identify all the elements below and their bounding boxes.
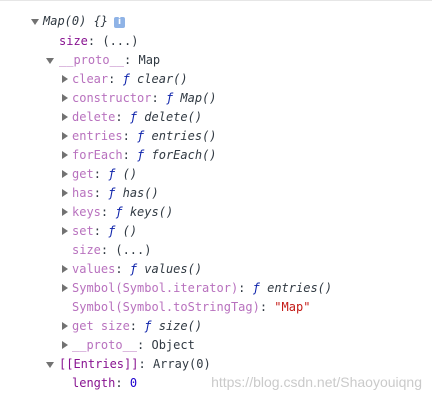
function-name: delete(): [144, 110, 203, 124]
getter-value[interactable]: (...): [115, 243, 151, 257]
expand-triangle-right-icon[interactable]: [60, 70, 70, 89]
expand-triangle-right-icon[interactable]: [60, 317, 70, 336]
expand-triangle-right-icon[interactable]: [60, 108, 70, 127]
property-key: length: [72, 376, 116, 390]
property-key: size: [72, 243, 101, 257]
string-value: "Map": [274, 300, 311, 314]
function-name: size(): [158, 319, 203, 333]
getter-value[interactable]: (...): [102, 34, 138, 48]
function-name: values(): [144, 262, 203, 276]
function-name: entries(): [267, 281, 333, 295]
expand-triangle-right-icon[interactable]: [60, 184, 70, 203]
property-key: get size: [72, 319, 130, 333]
function-keyword: ƒ: [137, 148, 145, 162]
expand-triangle-right-icon[interactable]: [60, 203, 70, 222]
property-key: get: [72, 167, 94, 181]
function-keyword: ƒ: [122, 72, 130, 86]
property-key: keys: [72, 205, 101, 219]
function-keyword: ƒ: [129, 262, 138, 276]
function-keyword: ƒ: [115, 205, 123, 219]
expand-triangle-right-icon[interactable]: [60, 146, 70, 165]
expand-triangle-right-icon[interactable]: [60, 222, 70, 241]
function-keyword: ƒ: [108, 186, 116, 200]
property-key: delete: [72, 110, 116, 124]
property-key: [[Entries]]: [59, 357, 139, 371]
property-key: set: [72, 224, 94, 238]
property-key: has: [72, 186, 94, 200]
function-name: keys(): [129, 205, 174, 219]
property-value: Array(0): [152, 357, 211, 371]
expand-triangle-right-icon[interactable]: [60, 279, 70, 298]
property-value: Map: [138, 53, 161, 67]
property-key: __proto__: [59, 53, 125, 67]
expand-triangle-right-icon[interactable]: [60, 89, 70, 108]
expand-triangle-right-icon[interactable]: [60, 336, 70, 355]
function-name: clear(): [137, 72, 188, 86]
function-name: (): [122, 224, 138, 238]
expand-triangle-right-icon[interactable]: [60, 165, 70, 184]
function-name: (): [122, 167, 138, 181]
function-keyword: ƒ: [129, 110, 138, 124]
property-key: entries: [72, 129, 123, 143]
expand-triangle-right-icon[interactable]: [60, 127, 70, 146]
expand-triangle-right-icon[interactable]: [60, 260, 70, 279]
function-name: Map(): [180, 91, 217, 105]
property-key: values: [72, 262, 116, 276]
property-key: size: [59, 34, 88, 48]
function-name: forEach(): [151, 148, 217, 162]
property-key: Symbol(Symbol.toStringTag): [72, 300, 260, 314]
expand-triangle-down-icon[interactable]: [45, 355, 55, 374]
number-value: 0: [129, 376, 138, 390]
function-keyword: ƒ: [165, 91, 174, 105]
property-key: constructor: [72, 91, 152, 105]
property-value: Object: [151, 338, 195, 352]
function-keyword: ƒ: [252, 281, 260, 295]
property-key: clear: [72, 72, 109, 86]
function-keyword: ƒ: [108, 167, 116, 181]
property-key: forEach: [72, 148, 123, 162]
expand-triangle-down-icon[interactable]: [45, 51, 55, 70]
function-name: entries(): [151, 129, 217, 143]
top-divider: [0, 0, 432, 1]
function-keyword: ƒ: [108, 224, 116, 238]
function-name: has(): [122, 186, 159, 200]
watermark: https://blog.csdn.net/Shaoyouiqng: [211, 374, 422, 390]
property-key: Symbol(Symbol.iterator): [72, 281, 239, 295]
property-key: __proto__: [72, 338, 138, 352]
function-keyword: ƒ: [137, 129, 145, 143]
expand-triangle-down-icon[interactable]: [30, 12, 40, 31]
root-label: Map(0) {}: [43, 14, 109, 28]
function-keyword: ƒ: [144, 319, 152, 333]
info-icon[interactable]: i: [114, 17, 126, 28]
